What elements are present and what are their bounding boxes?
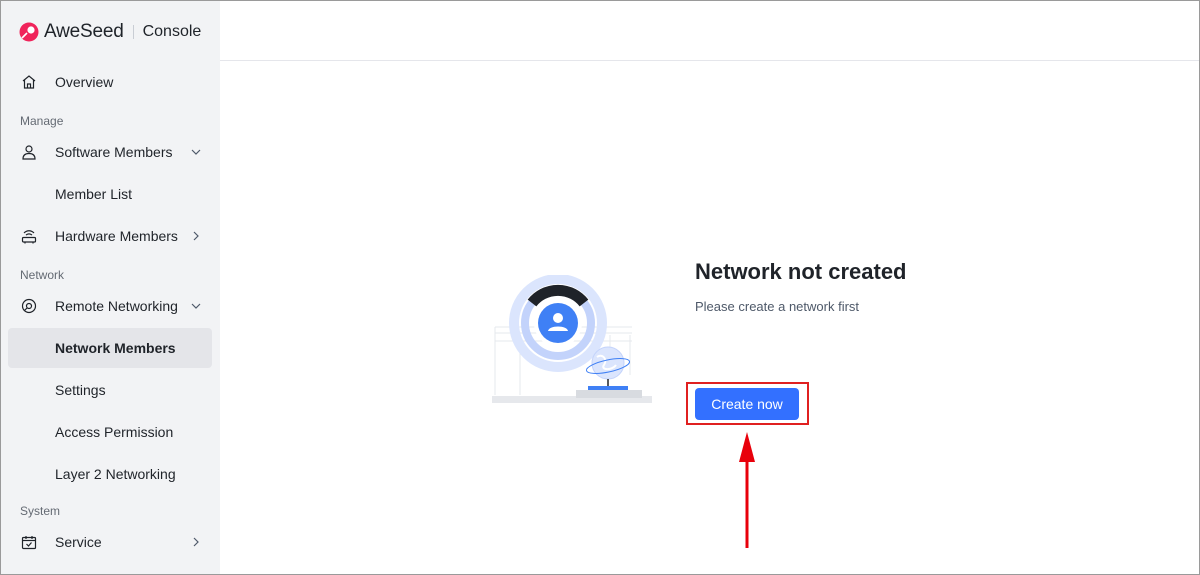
sidebar-item-label: Hardware Members xyxy=(55,228,178,244)
sidebar-item-software-members[interactable]: Software Members xyxy=(8,132,212,172)
sidebar-item-label: Remote Networking xyxy=(55,298,178,314)
home-icon xyxy=(22,75,36,89)
brand[interactable]: AweSeed Console xyxy=(19,19,201,45)
sidebar-item-service[interactable]: Service xyxy=(8,522,212,562)
empty-state-title: Network not created xyxy=(695,259,907,284)
router-icon xyxy=(21,230,37,244)
create-now-button[interactable]: Create now xyxy=(695,388,799,420)
sidebar-item-layer2-networking[interactable]: Layer 2 Networking xyxy=(8,454,212,494)
sidebar-item-remote-networking[interactable]: Remote Networking xyxy=(8,286,212,326)
brand-logo-icon xyxy=(19,22,39,42)
section-label-system: System xyxy=(20,504,61,518)
chevron-right-icon xyxy=(193,537,199,547)
sidebar-item-label: Overview xyxy=(55,74,114,90)
sidebar-item-access-permission[interactable]: Access Permission xyxy=(8,412,212,452)
section-label-manage: Manage xyxy=(20,114,64,128)
sidebar-item-member-list[interactable]: Member List xyxy=(8,174,212,214)
sidebar-item-label: Software Members xyxy=(55,144,173,160)
brand-separator xyxy=(132,25,134,39)
network-icon xyxy=(21,298,37,314)
sidebar-item-overview[interactable]: Overview xyxy=(8,62,212,102)
empty-network-illustration xyxy=(492,275,652,403)
main-header xyxy=(220,1,1199,61)
chevron-right-icon xyxy=(193,231,199,241)
sidebar-item-label: Settings xyxy=(55,382,106,398)
chevron-down-icon xyxy=(191,303,201,309)
sidebar-item-hardware-members[interactable]: Hardware Members xyxy=(8,216,212,256)
annotation-arrow-icon xyxy=(739,432,755,548)
sidebar-item-label: Member List xyxy=(55,186,133,202)
brand-name: AweSeed xyxy=(44,21,124,42)
sidebar-item-label: Layer 2 Networking xyxy=(55,466,176,482)
sidebar-item-settings[interactable]: Settings xyxy=(8,370,212,410)
sidebar-item-label: Service xyxy=(55,534,102,550)
brand-console-label: Console xyxy=(142,23,202,40)
section-label-network: Network xyxy=(20,268,65,282)
sidebar-item-network-members[interactable]: Network Members xyxy=(8,328,212,368)
chevron-down-icon xyxy=(191,149,201,155)
sidebar: AweSeed Console Overview Manage Software… xyxy=(1,1,220,574)
user-icon xyxy=(22,145,36,160)
sidebar-item-label: Access Permission xyxy=(55,424,174,440)
service-icon xyxy=(21,536,37,550)
empty-state-description: Please create a network first xyxy=(695,299,860,314)
sidebar-item-label: Network Members xyxy=(55,340,176,356)
